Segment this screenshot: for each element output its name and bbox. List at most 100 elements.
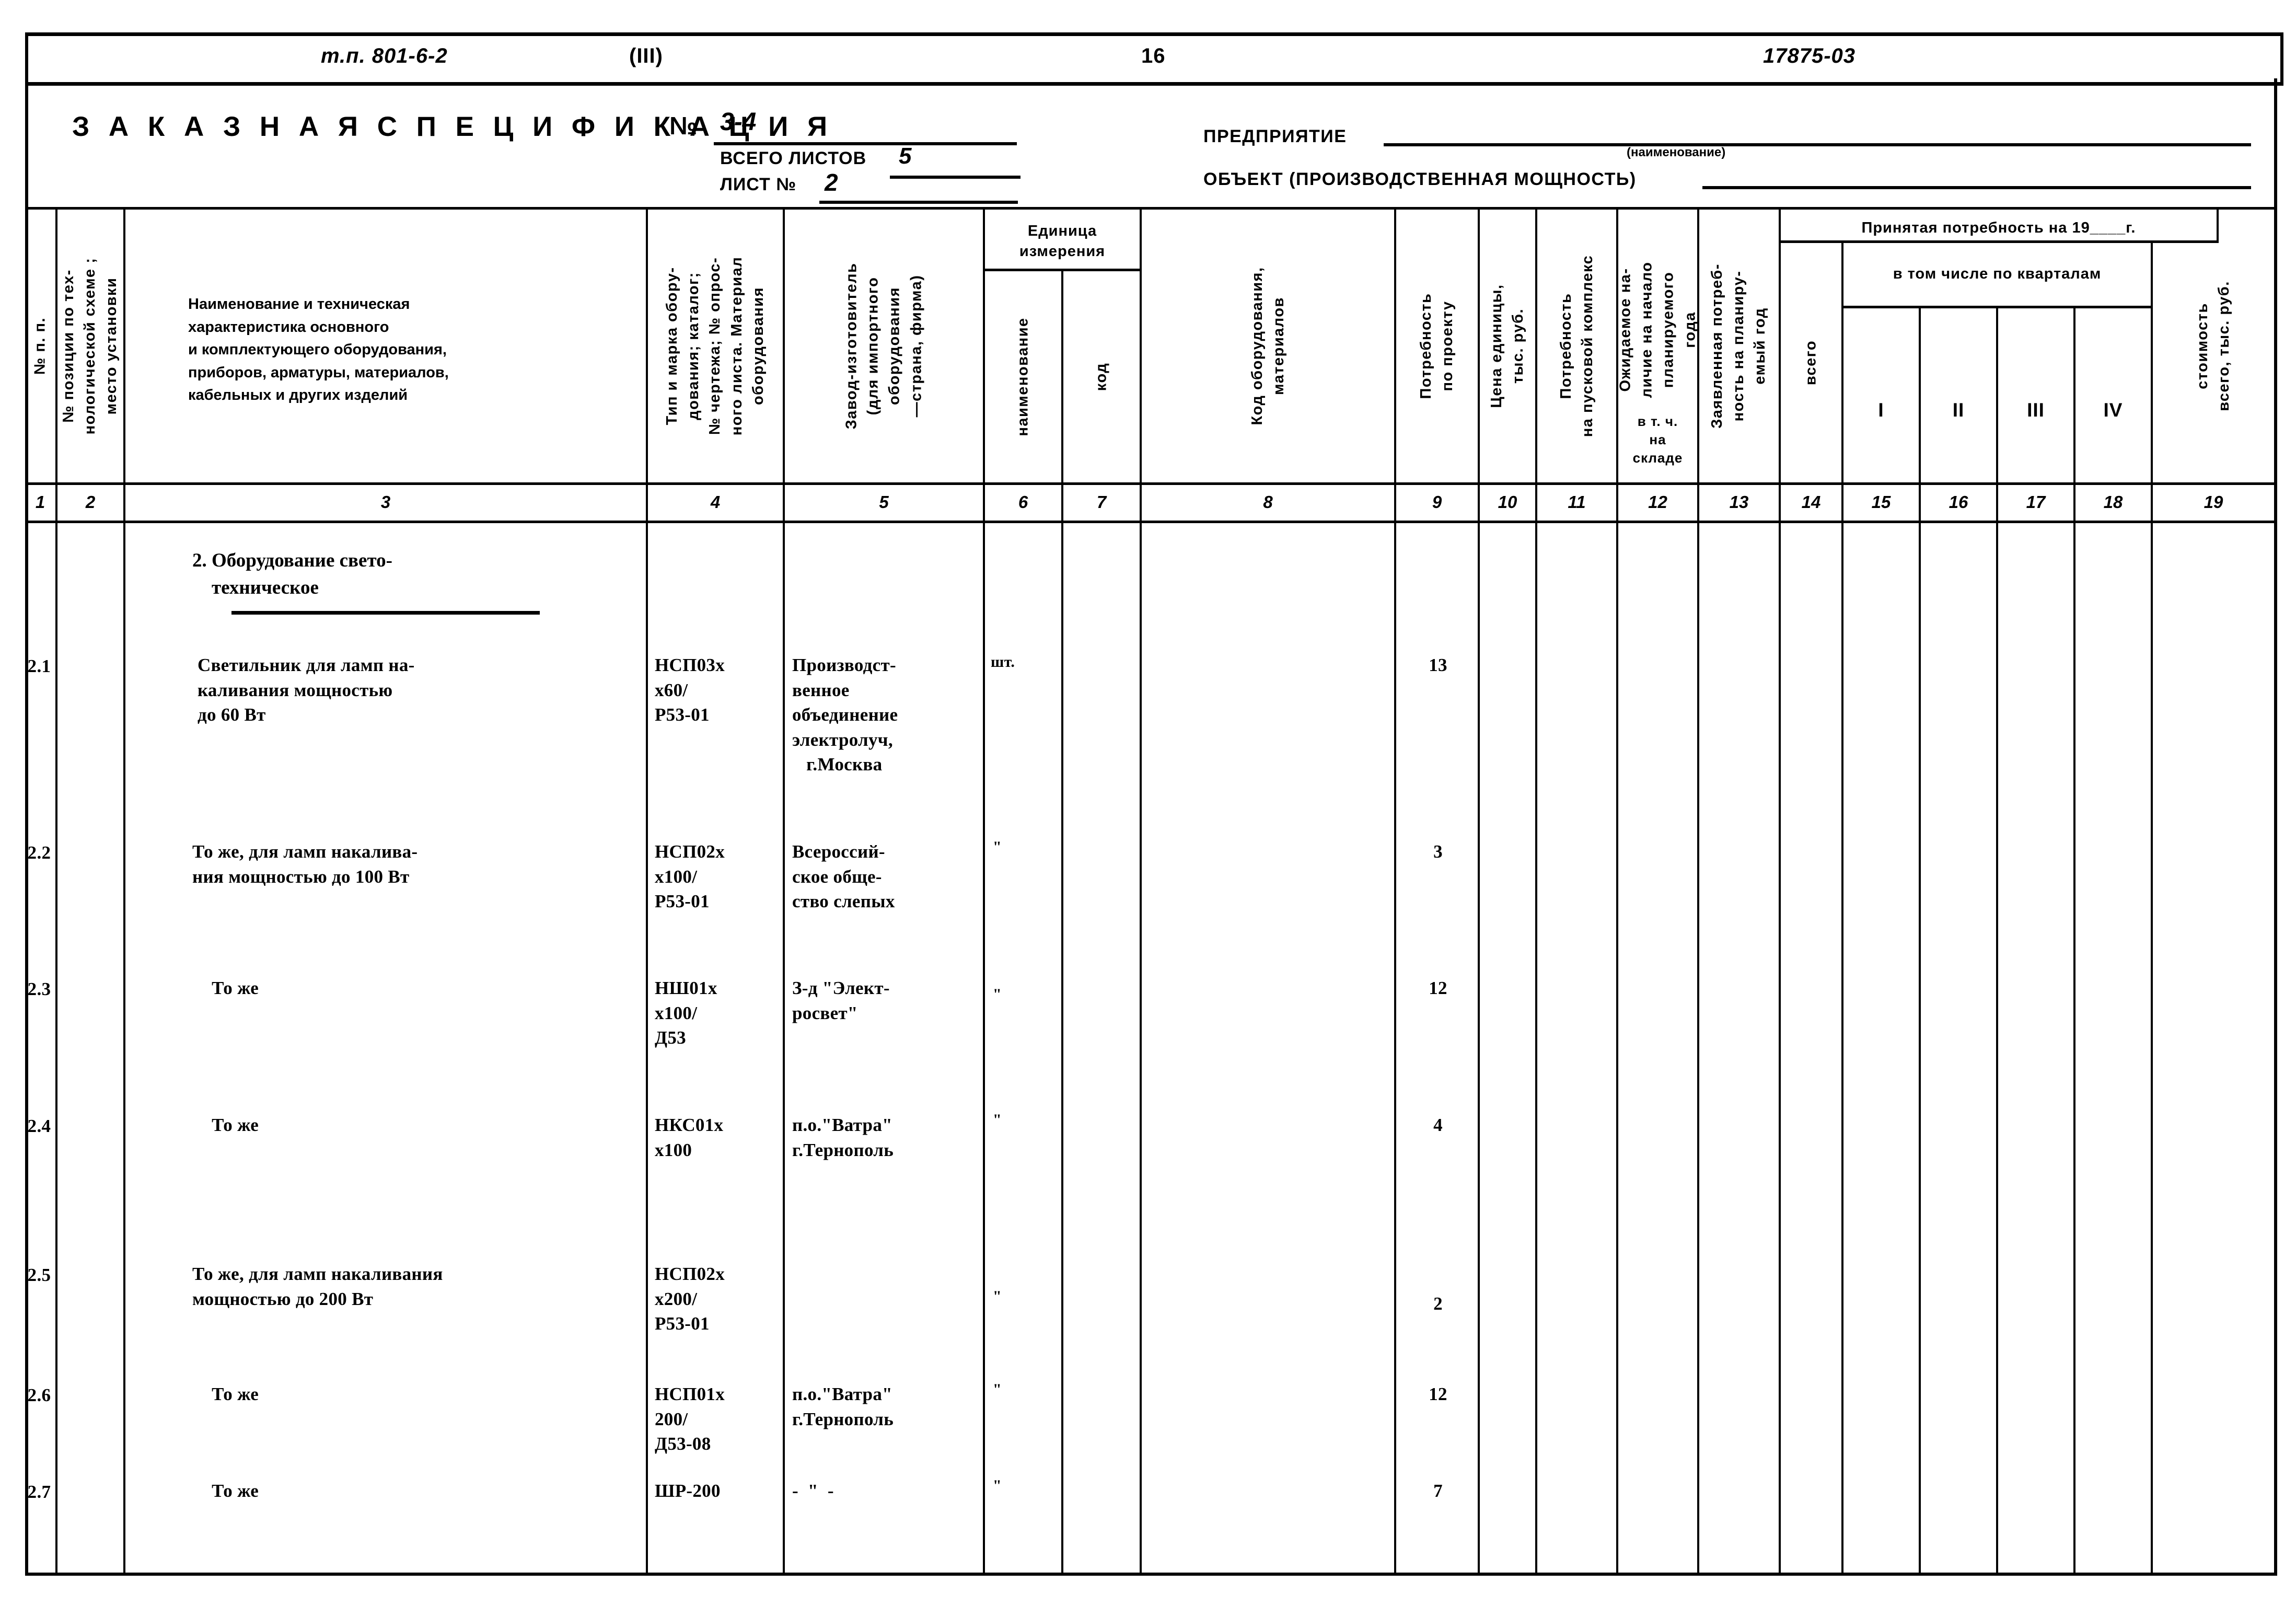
header-col-14: всего [1781, 243, 1843, 485]
header-col-5-label: Завод-изготовитель (для импортного обору… [843, 262, 924, 430]
header-col-1: № п. п. [25, 210, 57, 485]
specification-table: № п. п. № позиции по тех- нологической с… [25, 207, 2277, 1576]
colnum-17-value: 17 [2026, 492, 2046, 512]
header-col-12-sub-label: в т. ч. на складе [1632, 413, 1683, 466]
header-group-unit-of-measure: Единица измерения [985, 210, 1142, 271]
colnum-3: 3 [125, 485, 648, 523]
header-col-4: Тип и марка обору- дования; каталог; № ч… [648, 210, 785, 485]
row-type-mark: НСП01х 200/ Д53-08 [655, 1384, 725, 1454]
row-name: Светильник для ламп на- каливания мощнос… [198, 655, 415, 725]
enterprise-rule [1384, 143, 2251, 146]
colnum-15: 15 [1843, 485, 1921, 523]
row-unit: " [993, 1288, 1002, 1305]
colnum-9-value: 9 [1432, 492, 1442, 512]
body-col-18 [2075, 523, 2153, 1575]
colnum-7: 7 [1063, 485, 1142, 523]
row-unit: " [993, 838, 1002, 856]
spec-number-label: № [669, 112, 698, 140]
specification-page: т.п. 801-6-2 (III) 16 17875-03 З А К А З… [0, 0, 2296, 1617]
row-name: То же [198, 978, 259, 998]
colnum-10-value: 10 [1498, 492, 1517, 512]
row-quantity: 7 [1433, 1481, 1443, 1501]
body-col-11 [1537, 523, 1618, 1575]
colnum-2: 2 [57, 485, 125, 523]
colnum-1: 1 [25, 485, 57, 523]
object-rule [1702, 186, 2251, 189]
row-type-mark: ШР-200 [655, 1481, 721, 1501]
colnum-4: 4 [648, 485, 785, 523]
header-col-9: Потребность по проекту [1396, 210, 1480, 485]
row-unit: " [993, 1111, 1002, 1128]
colnum-5: 5 [785, 485, 985, 523]
colnum-8: 8 [1142, 485, 1396, 523]
colnum-13-value: 13 [1729, 492, 1749, 512]
body-col-17 [1998, 523, 2075, 1575]
total-sheets-value[interactable]: 5 [899, 143, 911, 169]
row-quantity: 4 [1433, 1115, 1443, 1135]
row-type-mark: НСП02х х100/ Р53-01 [655, 841, 725, 912]
header-col-13: Заявленная потреб- ность на планиру- емы… [1699, 210, 1781, 485]
row-type-mark: НКС01х х100 [655, 1115, 724, 1160]
header-col-10-label: Цена единицы, тыс. руб. [1488, 284, 1526, 408]
sheet-number-rule [819, 201, 1018, 204]
header-col-7-label: код [1093, 362, 1110, 391]
header-col-6-label: наименование [1014, 317, 1031, 436]
row-name: То же, для ламп накалива- ния мощностью … [192, 841, 418, 887]
enterprise-label: ПРЕДПРИЯТИЕ [1203, 126, 1347, 146]
header-col-15: I [1843, 308, 1921, 485]
row-name: То же, для ламп накаливания мощностью до… [192, 1264, 443, 1309]
colnum-13: 13 [1699, 485, 1781, 523]
header-col-3-label: Наименование и техническая характеристик… [188, 296, 449, 403]
colnum-7-value: 7 [1096, 492, 1107, 512]
colnum-12-value: 12 [1648, 492, 1667, 512]
page-number: 16 [1141, 44, 1166, 67]
colnum-18-value: 18 [2103, 492, 2123, 512]
header-col-16: II [1921, 308, 1998, 485]
body-col-15 [1843, 523, 1921, 1575]
header-col-2-label: № позиции по тех- нологической схеме ; м… [60, 257, 120, 435]
row-position: 2.4 [27, 1116, 51, 1136]
colnum-10: 10 [1480, 485, 1537, 523]
colnum-19-value: 19 [2204, 492, 2223, 512]
header-col-6: наименование [985, 271, 1063, 485]
section-roman: (III) [629, 44, 663, 67]
header-col-8-label: Код оборудования, материалов [1248, 267, 1287, 425]
row-type-mark: НСП03х х60/ Р53-01 [655, 655, 725, 725]
row-type-mark: НСП02х х200/ Р53-01 [655, 1264, 725, 1334]
header-col-1-label: № п. п. [31, 317, 49, 375]
row-quantity: 12 [1429, 1384, 1447, 1404]
document-number: 17875-03 [1763, 44, 1856, 67]
colnum-14-value: 14 [1801, 492, 1821, 512]
drawing-code: т.п. 801-6-2 [321, 44, 448, 67]
colnum-15-value: 15 [1871, 492, 1891, 512]
header-col-12-label: Ожидаемое на- личие на начало планируемо… [1618, 261, 1698, 398]
row-manufacturer: п.о."Ватра" г.Тернополь [792, 1115, 894, 1160]
row-quantity: 12 [1429, 978, 1447, 998]
colnum-18: 18 [2075, 485, 2153, 523]
body-col-6 [985, 523, 1063, 1575]
sheet-number-value[interactable]: 2 [825, 168, 838, 197]
body-col-9 [1396, 523, 1480, 1575]
body-col-13 [1699, 523, 1781, 1575]
colnum-11: 11 [1537, 485, 1618, 523]
colnum-9: 9 [1396, 485, 1480, 523]
header-col-16-label: II [1952, 399, 1965, 421]
header-col-15-label: I [1878, 399, 1884, 421]
header-group-unit-label: Единица измерения [1019, 223, 1106, 260]
spec-number-value[interactable]: 3-4 [720, 108, 756, 136]
header-col-14-label: всего [1802, 340, 1819, 386]
total-sheets-label: ВСЕГО ЛИСТОВ [720, 148, 867, 168]
colnum-14: 14 [1781, 485, 1843, 523]
header-col-19-label: стоимость всего, тыс. руб. [2194, 281, 2232, 411]
header-col-17-label: III [2027, 399, 2045, 421]
sheet-number-label: ЛИСТ № [720, 175, 797, 194]
row-manufacturer: - " - [792, 1481, 834, 1501]
title-block: З А К А З Н А Я С П Е Ц И Ф И К А Ц И Я … [25, 82, 2277, 206]
body-col-7 [1063, 523, 1142, 1575]
colnum-2-value: 2 [85, 492, 96, 512]
header-col-17: III [1998, 308, 2075, 485]
object-label: ОБЪЕКТ (ПРОИЗВОДСТВЕННАЯ МОЩНОСТЬ) [1203, 169, 1637, 189]
body-col-12 [1618, 523, 1699, 1575]
header-group-accepted-demand-label: Принятая потребность на 19____г. [1861, 220, 2136, 236]
colnum-3-value: 3 [380, 492, 391, 512]
